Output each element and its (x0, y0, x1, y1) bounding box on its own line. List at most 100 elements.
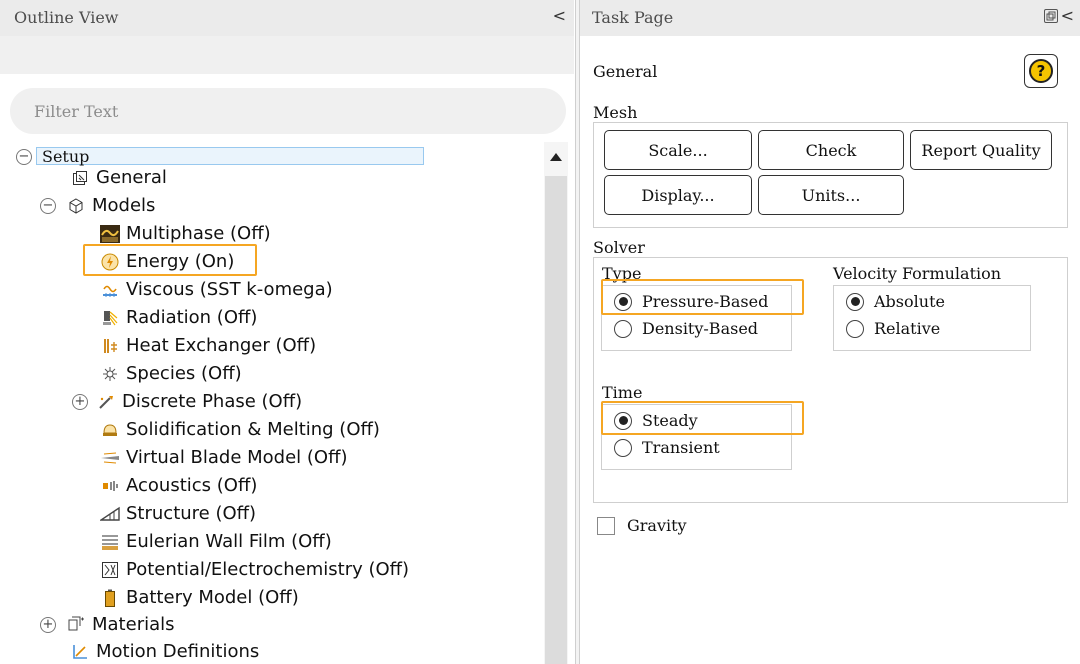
potential-icon (100, 560, 120, 580)
expand-icon[interactable]: + (72, 393, 88, 410)
tree-label: Solidification & Melting (Off) (126, 419, 380, 440)
models-icon (66, 196, 86, 216)
scale-button[interactable]: Scale... (604, 130, 752, 170)
tree-item-virtual-blade[interactable]: Virtual Blade Model (Off) (100, 444, 348, 471)
tree-item-structure[interactable]: Structure (Off) (100, 500, 256, 527)
radio-label: Density-Based (642, 319, 759, 338)
collapse-icon[interactable]: − (16, 148, 32, 165)
general-icon (70, 168, 90, 188)
solver-group-label: Solver (593, 238, 645, 257)
tree-label: Potential/Electrochemistry (Off) (126, 559, 410, 580)
units-button[interactable]: Units... (758, 175, 904, 215)
viscous-icon (100, 280, 120, 300)
radio-pressure-based[interactable]: Pressure-Based (614, 292, 768, 311)
tree-item-viscous[interactable]: Viscous (SST k-omega) (100, 276, 333, 303)
tree-label: Battery Model (Off) (126, 587, 299, 608)
display-button[interactable]: Display... (604, 175, 752, 215)
tree-item-potential[interactable]: Potential/Electrochemistry (Off) (100, 556, 409, 583)
tree-item-models[interactable]: − Models (40, 192, 155, 219)
help-button[interactable]: ? (1024, 54, 1058, 88)
task-page-panel: Task Page < General ? Mesh Scale... Chec… (580, 0, 1080, 664)
tree-label: General (96, 167, 167, 188)
tree-item-eulerian-wall-film[interactable]: Eulerian Wall Film (Off) (100, 528, 332, 555)
radio-transient[interactable]: Transient (614, 438, 720, 457)
radio-label: Absolute (874, 292, 945, 311)
tree-item-motion-definitions[interactable]: Motion Definitions (70, 638, 259, 664)
motion-definitions-icon (70, 642, 90, 662)
task-collapse-button[interactable]: < (1061, 6, 1074, 25)
tree-item-battery[interactable]: Battery Model (Off) (100, 584, 299, 611)
tree-item-discrete-phase[interactable]: + Discrete Phase (Off) (72, 388, 302, 415)
tree-label: Structure (Off) (126, 503, 257, 524)
tree-label: Species (Off) (126, 363, 242, 384)
tree-item-energy[interactable]: Energy (On) (100, 248, 234, 275)
radio-button[interactable] (614, 292, 632, 311)
task-title: Task Page (592, 8, 674, 27)
outline-tree: − Setup General − Models Multiphase (Off… (0, 142, 543, 664)
gravity-label: Gravity (627, 516, 687, 535)
page-heading: General (593, 62, 658, 81)
check-button[interactable]: Check (758, 130, 904, 170)
outline-collapse-button[interactable]: < (553, 6, 566, 25)
materials-icon (66, 615, 86, 635)
type-label: Type (602, 264, 642, 283)
radio-absolute[interactable]: Absolute (846, 292, 945, 311)
outline-title: Outline View (14, 8, 119, 27)
tree-item-solidification[interactable]: Solidification & Melting (Off) (100, 416, 380, 443)
collapse-icon[interactable]: − (40, 197, 56, 214)
scroll-thumb[interactable] (545, 176, 567, 664)
radio-relative[interactable]: Relative (846, 319, 940, 338)
radio-density-based[interactable]: Density-Based (614, 319, 758, 338)
tree-item-materials[interactable]: + Materials (40, 611, 175, 638)
tree-label: Viscous (SST k-omega) (126, 279, 333, 300)
structure-icon (100, 504, 120, 524)
virtual-blade-icon (100, 448, 120, 468)
tree-label: Eulerian Wall Film (Off) (126, 531, 332, 552)
gravity-checkbox-row[interactable]: Gravity (597, 516, 687, 535)
tree-item-general[interactable]: General (70, 164, 167, 191)
tree-item-heat-exchanger[interactable]: Heat Exchanger (Off) (100, 332, 316, 359)
tree-item-acoustics[interactable]: Acoustics (Off) (100, 472, 257, 499)
filter-box (10, 88, 566, 134)
multiphase-icon (100, 224, 120, 244)
heat-exchanger-icon (100, 336, 120, 356)
tree-label: Models (92, 195, 156, 216)
tree-item-multiphase[interactable]: Multiphase (Off) (100, 220, 271, 247)
radio-button[interactable] (846, 319, 864, 338)
radio-label: Relative (874, 319, 941, 338)
radiation-icon (100, 308, 120, 328)
tree-label: Heat Exchanger (Off) (126, 335, 317, 356)
tree-item-species[interactable]: Species (Off) (100, 360, 242, 387)
outline-toolbar (0, 36, 574, 74)
tree-label: Energy (On) (126, 251, 235, 272)
scroll-up-arrow-icon[interactable] (544, 142, 568, 172)
filter-text-input[interactable] (10, 88, 566, 134)
outline-scrollbar[interactable] (544, 142, 568, 664)
tree-item-radiation[interactable]: Radiation (Off) (100, 304, 257, 331)
tree-label: Multiphase (Off) (126, 223, 271, 244)
species-icon (100, 364, 120, 384)
radio-button[interactable] (846, 292, 864, 311)
radio-label: Transient (642, 438, 720, 457)
undock-icon[interactable] (1044, 9, 1058, 23)
radio-button[interactable] (614, 319, 632, 338)
energy-icon (100, 252, 120, 272)
gravity-checkbox[interactable] (597, 516, 615, 535)
radio-steady[interactable]: Steady (614, 411, 698, 430)
expand-icon[interactable]: + (40, 616, 56, 633)
task-header: Task Page < (580, 0, 1080, 36)
radio-button[interactable] (614, 438, 632, 457)
discrete-phase-icon (96, 392, 116, 412)
setup-selection (36, 147, 424, 165)
eulerian-wall-film-icon (100, 532, 120, 552)
report-quality-button[interactable]: Report Quality (910, 130, 1052, 170)
time-label: Time (602, 383, 643, 402)
tree-label: Virtual Blade Model (Off) (126, 447, 348, 468)
radio-label: Steady (642, 411, 698, 430)
radio-label: Pressure-Based (642, 292, 769, 311)
velocity-formulation-label: Velocity Formulation (833, 264, 1002, 283)
solidification-icon (100, 420, 120, 440)
radio-button[interactable] (614, 411, 632, 430)
help-icon: ? (1029, 59, 1053, 83)
acoustics-icon (100, 476, 120, 496)
